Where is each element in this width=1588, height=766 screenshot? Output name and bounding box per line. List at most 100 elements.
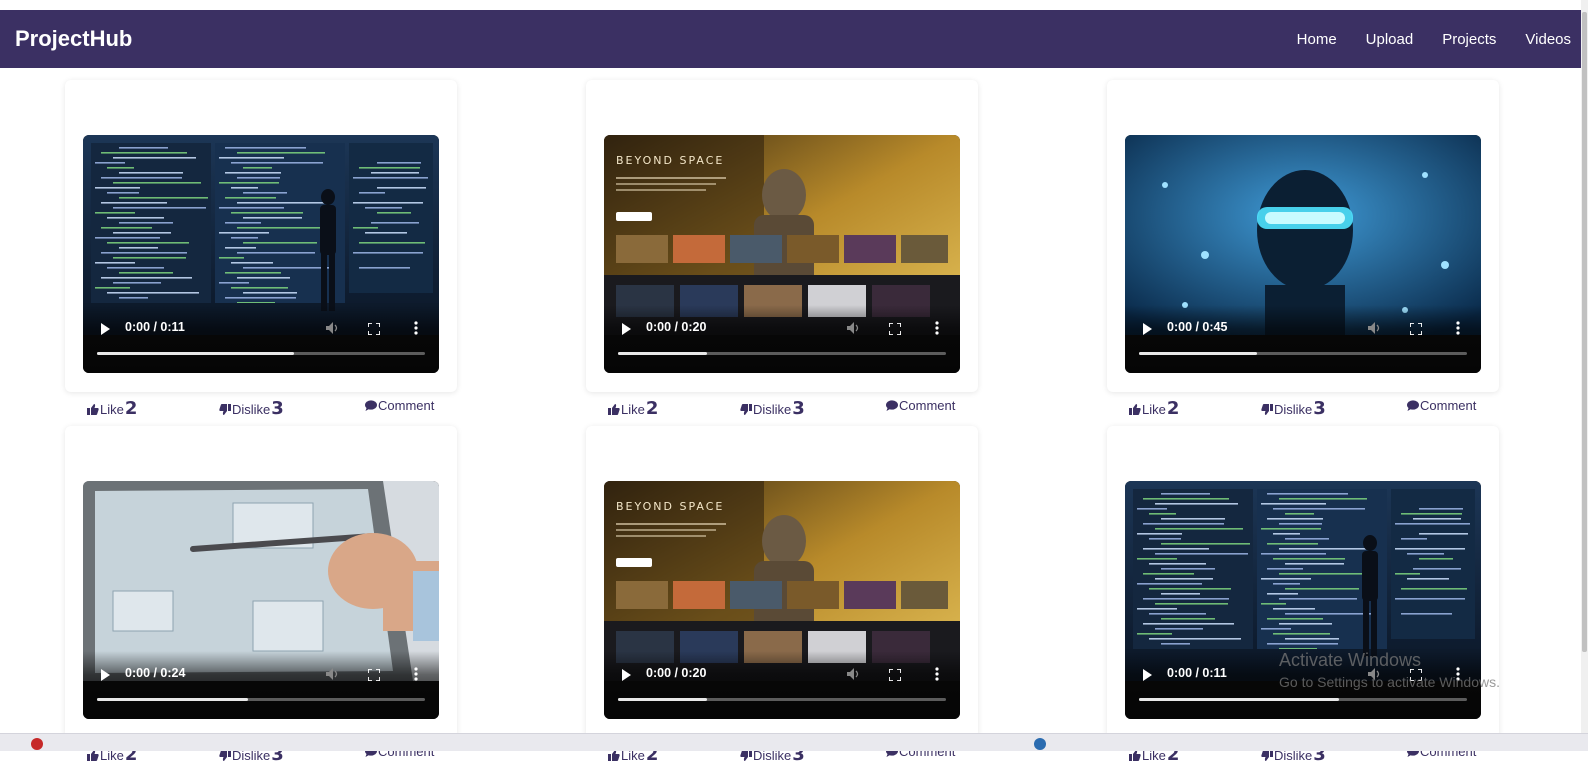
video-controls: 0:00 / 0:45 (1125, 305, 1481, 373)
fullscreen-icon[interactable] (888, 668, 902, 682)
more-options-icon[interactable] (934, 321, 940, 335)
like-button[interactable]: Like 2 (1129, 398, 1179, 419)
nav-link-upload[interactable]: Upload (1366, 31, 1414, 48)
dislike-label: Dislike (232, 402, 271, 417)
mute-icon[interactable] (846, 667, 860, 681)
thumbs-up-icon (608, 403, 620, 415)
dislike-button[interactable]: Dislike 3 (1261, 398, 1326, 419)
video-actions: Like 2 Dislike 3 Comment (586, 398, 978, 420)
svg-text:BEYOND SPACE: BEYOND SPACE (616, 154, 724, 167)
taskbar-app-icon[interactable] (31, 738, 43, 750)
video-player[interactable]: 0:00 / 0:11 (83, 135, 439, 373)
video-progress-bar[interactable] (618, 698, 946, 701)
like-count: 2 (124, 398, 138, 419)
like-count: 2 (1166, 398, 1180, 419)
fullscreen-icon[interactable] (367, 322, 381, 336)
play-icon[interactable] (101, 323, 110, 335)
video-player[interactable]: BEYOND SPACE 0:00 / 0:20 (604, 135, 960, 373)
nav-link-videos[interactable]: Videos (1525, 31, 1571, 48)
video-progress-fill (1139, 698, 1340, 701)
video-player[interactable]: BEYOND SPACE 0:00 / 0:20 (604, 481, 960, 719)
page-scrollbar[interactable] (1581, 0, 1588, 740)
taskbar-strip (0, 733, 1588, 751)
video-progress-bar[interactable] (97, 352, 425, 355)
watermark-title: Activate Windows (1279, 650, 1422, 670)
video-player[interactable]: 0:00 / 0:45 (1125, 135, 1481, 373)
like-label: Like (100, 402, 124, 417)
video-card: 0:00 / 0:11 (65, 80, 457, 392)
video-controls: 0:00 / 0:20 (604, 305, 960, 373)
dislike-count: 3 (792, 398, 805, 419)
video-time: 0:00 / 0:24 (125, 666, 186, 680)
window-top-strip (0, 0, 1588, 10)
thumbs-down-icon (1261, 403, 1273, 415)
watermark-subtitle: Go to Settings to activate Windows. (1279, 674, 1500, 690)
nav-link-projects[interactable]: Projects (1442, 31, 1496, 48)
video-progress-bar[interactable] (97, 698, 425, 701)
video-progress-fill (618, 352, 707, 355)
mute-icon[interactable] (846, 321, 860, 335)
video-actions: Like 2 Dislike 3 Comment (1107, 398, 1499, 420)
like-label: Like (621, 402, 645, 417)
play-icon[interactable] (101, 669, 110, 681)
like-label: Like (1142, 402, 1166, 417)
play-icon[interactable] (622, 669, 631, 681)
video-time: 0:00 / 0:11 (125, 320, 185, 334)
mute-icon[interactable] (325, 321, 339, 335)
nav-link-home[interactable]: Home (1297, 31, 1337, 48)
dislike-label: Dislike (753, 402, 792, 417)
fullscreen-icon[interactable] (888, 322, 902, 336)
video-progress-bar[interactable] (1139, 698, 1467, 701)
fullscreen-icon[interactable] (1409, 322, 1423, 336)
video-controls: 0:00 / 0:20 (604, 651, 960, 719)
thumbs-up-icon (87, 403, 99, 415)
comment-label: Comment (1420, 398, 1477, 413)
comment-icon (886, 399, 898, 411)
video-card: BEYOND SPACE 0:00 / 0:20 (586, 426, 978, 738)
play-icon[interactable] (622, 323, 631, 335)
brand-logo[interactable]: ProjectHub (15, 26, 132, 52)
comment-button[interactable]: Comment (1407, 398, 1476, 413)
video-progress-fill (97, 352, 294, 355)
more-options-icon[interactable] (934, 667, 940, 681)
video-time: 0:00 / 0:45 (1167, 320, 1228, 334)
more-options-icon[interactable] (413, 321, 419, 335)
dislike-label: Dislike (1274, 402, 1313, 417)
like-button[interactable]: Like 2 (87, 398, 137, 419)
navbar: ProjectHub Home Upload Projects Videos (0, 10, 1581, 68)
video-actions: Like 2 Dislike 3 Comment (65, 398, 457, 420)
thumbs-up-icon (1129, 403, 1141, 415)
video-progress-bar[interactable] (618, 352, 946, 355)
dislike-count: 3 (271, 398, 284, 419)
thumbs-down-icon (740, 403, 752, 415)
fullscreen-icon[interactable] (367, 668, 381, 682)
more-options-icon[interactable] (1455, 321, 1461, 335)
video-progress-bar[interactable] (1139, 352, 1467, 355)
like-count: 2 (645, 398, 659, 419)
video-player[interactable]: 0:00 / 0:24 (83, 481, 439, 719)
mute-icon[interactable] (1367, 321, 1381, 335)
scrollbar-thumb[interactable] (1582, 12, 1587, 652)
video-controls: 0:00 / 0:24 (83, 651, 439, 719)
activate-windows-watermark: Activate Windows Go to Settings to activ… (1279, 650, 1500, 690)
like-button[interactable]: Like 2 (608, 398, 658, 419)
dislike-count: 3 (1313, 398, 1326, 419)
more-options-icon[interactable] (413, 667, 419, 681)
video-progress-fill (97, 698, 248, 701)
comment-button[interactable]: Comment (886, 398, 955, 413)
dislike-button[interactable]: Dislike 3 (219, 398, 284, 419)
video-card: BEYOND SPACE 0:00 / 0:20 (586, 80, 978, 392)
mute-icon[interactable] (325, 667, 339, 681)
comment-label: Comment (899, 398, 956, 413)
play-icon[interactable] (1143, 323, 1152, 335)
thumbs-down-icon (219, 403, 231, 415)
video-card: 0:00 / 0:24 (65, 426, 457, 738)
video-progress-fill (618, 698, 707, 701)
comment-icon (1407, 399, 1419, 411)
dislike-button[interactable]: Dislike 3 (740, 398, 805, 419)
taskbar-app-icon[interactable] (1034, 738, 1046, 750)
comment-button[interactable]: Comment (365, 398, 434, 413)
comment-icon (365, 399, 377, 411)
play-icon[interactable] (1143, 669, 1152, 681)
video-time: 0:00 / 0:20 (646, 320, 707, 334)
